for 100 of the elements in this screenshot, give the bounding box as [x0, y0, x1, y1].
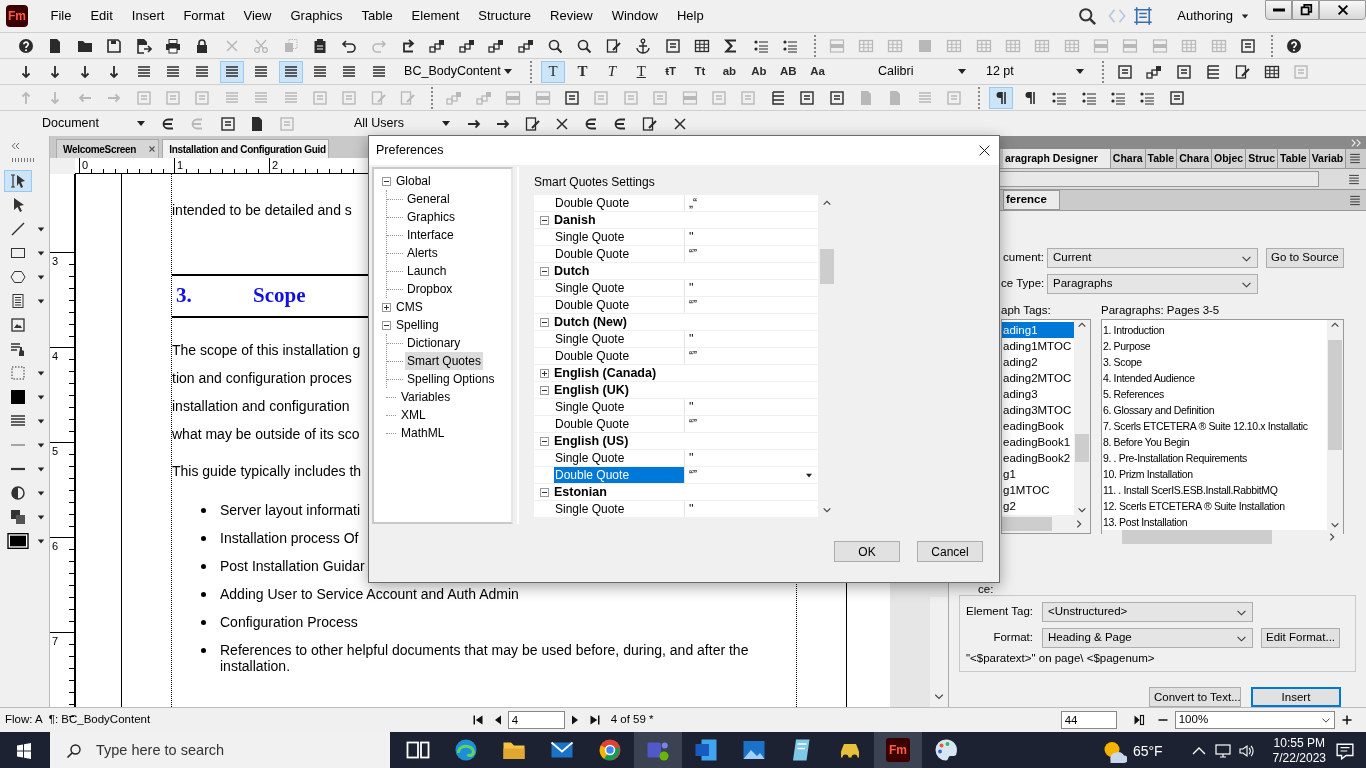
property-value[interactable]: '' [684, 331, 818, 347]
property-value[interactable]: “” [684, 297, 818, 313]
text-style-button[interactable]: Aa [805, 60, 830, 83]
list-item[interactable]: 4. Intended Audience [1102, 370, 1327, 386]
property-name[interactable]: Single Quote [554, 331, 684, 347]
menu-item[interactable]: Format [173, 6, 235, 26]
text-style-button[interactable]: T [629, 60, 654, 83]
workspace-dropdown[interactable]: Authoring [1177, 6, 1249, 26]
text-style-button[interactable]: Ab [746, 60, 771, 83]
list-item[interactable]: 2. Purpose [1102, 338, 1327, 354]
menu-item[interactable]: Review [540, 6, 603, 26]
property-value[interactable]: '' [684, 501, 818, 517]
panel-tab[interactable]: Table [1278, 149, 1310, 168]
menu-item[interactable]: Graphics [281, 6, 353, 26]
property-value[interactable]: '' [684, 399, 818, 415]
menu-item[interactable]: File [41, 6, 81, 26]
dropdown[interactable]: Document [34, 112, 149, 135]
tree-item[interactable]: Dictionary [405, 334, 463, 352]
taskbar-app[interactable]: Fm [874, 732, 922, 768]
page-field[interactable]: 4 [507, 711, 565, 729]
panel-tab[interactable]: Chara [1110, 149, 1146, 168]
property-name[interactable]: Single Quote [554, 280, 684, 296]
list-item[interactable]: ading3MTOC [1002, 402, 1074, 418]
tree-item[interactable]: Launch [405, 262, 449, 280]
property-name[interactable]: Double Quote [554, 467, 684, 483]
format-select[interactable]: Heading & Page [1042, 628, 1253, 648]
text-style-button[interactable]: T [599, 60, 624, 83]
list-item[interactable]: g1MTOC [1002, 482, 1074, 498]
list-item[interactable]: ading2 [1002, 354, 1074, 370]
list-item[interactable]: 9. . Pre-Installation Requirements [1102, 450, 1327, 466]
tree-item[interactable]: Global [394, 172, 433, 190]
property-value[interactable]: “” [684, 348, 818, 364]
menu-item[interactable]: Help [667, 6, 714, 26]
list-item[interactable]: 5. References [1102, 386, 1327, 402]
tree-item[interactable]: Dropbox [405, 280, 455, 298]
panel-tab[interactable]: aragraph Designer [1003, 149, 1111, 168]
menu-item[interactable]: Window [602, 6, 668, 26]
menu-item[interactable]: Element [402, 6, 469, 26]
panel-tab[interactable]: Struc [1246, 149, 1278, 168]
document-select[interactable]: Current [1047, 248, 1258, 268]
list-item[interactable]: 13. Post Installation [1102, 514, 1327, 530]
property-name[interactable]: Single Quote [554, 229, 684, 245]
tree-item[interactable]: General [405, 190, 452, 208]
source-type-select[interactable]: Paragraphs [1047, 274, 1258, 294]
tree-item[interactable]: Alerts [405, 244, 440, 262]
tree-item[interactable]: Variables [399, 388, 453, 406]
property-name[interactable]: Single Quote [554, 399, 684, 415]
dialog-button[interactable]: Cancel [917, 541, 983, 562]
panel-tab[interactable]: ference [1003, 190, 1060, 210]
tree-item[interactable]: Graphics [405, 208, 458, 226]
menu-item[interactable]: Insert [122, 6, 174, 26]
property-name[interactable]: Double Quote [554, 348, 684, 364]
text-style-button[interactable]: Tt [688, 60, 713, 83]
list-item[interactable]: eadingBook2 [1002, 450, 1074, 466]
dialog-button[interactable]: OK [834, 541, 900, 562]
dropdown[interactable]: All Users [345, 112, 454, 135]
property-value[interactable]: “” [684, 416, 818, 432]
edit-format-button[interactable]: Edit Format... [1261, 628, 1341, 648]
dropdown[interactable]: BC_BodyContent [396, 60, 517, 83]
list-item[interactable]: g2 [1002, 498, 1074, 514]
panel-tab[interactable]: Variab [1309, 149, 1347, 168]
zoom-select[interactable]: 100% [1174, 711, 1335, 729]
list-item[interactable]: 6. Glossary and Definition [1102, 402, 1327, 418]
tree-item[interactable]: CMS [394, 298, 425, 316]
text-style-button[interactable]: AB [776, 60, 801, 83]
property-value[interactable]: '' [684, 450, 818, 466]
property-name[interactable]: Double Quote [554, 297, 684, 313]
dropdown[interactable]: 12 pt [978, 60, 1088, 83]
panel-tab[interactable]: Table [1145, 149, 1178, 168]
tree-item[interactable]: Interface [405, 226, 456, 244]
list-item[interactable]: 1. Introduction [1102, 322, 1327, 338]
go-to-source-button[interactable]: Go to Source [1266, 248, 1344, 268]
text-style-button[interactable]: ŧT [658, 60, 683, 83]
list-item[interactable]: 10. Prizm Installation [1102, 466, 1327, 482]
list-item[interactable]: ading2MTOC [1002, 370, 1074, 386]
list-item[interactable]: 8. Before You Begin [1102, 434, 1327, 450]
text-style-button[interactable]: ab [717, 60, 742, 83]
element-tag-select[interactable]: <Unstructured> [1042, 602, 1253, 622]
list-item[interactable]: ading1 [1002, 322, 1074, 338]
tree-item[interactable]: Spelling Options [405, 370, 497, 388]
list-item[interactable]: eadingBook1 [1002, 434, 1074, 450]
property-name[interactable]: Single Quote [554, 501, 684, 517]
list-item[interactable]: 11. . Install ScerIS.ESB.Install.RabbitMQ [1102, 482, 1327, 498]
property-value[interactable]: '' [684, 229, 818, 245]
list-item[interactable]: g1 [1002, 466, 1074, 482]
list-item[interactable]: 12. Scerls ETCETERA ® Suite Installation [1102, 498, 1327, 514]
tree-item[interactable]: Smart Quotes [405, 352, 484, 370]
panel-tab[interactable]: Objec [1212, 149, 1247, 168]
clock-date[interactable]: 7/22/2023 [1272, 751, 1326, 766]
property-name[interactable]: Double Quote [554, 246, 684, 262]
list-item[interactable]: ading1MTOC [1002, 338, 1074, 354]
list-item[interactable]: 7. Scerls ETCETERA ® Suite 12.10.x Installatic [1102, 418, 1327, 434]
list-item[interactable]: eadingBook [1002, 418, 1074, 434]
convert-to-text-button[interactable]: Convert to Text... [1149, 687, 1241, 708]
property-value[interactable]: “” [684, 467, 818, 483]
property-name[interactable]: Single Quote [554, 450, 684, 466]
document-tab[interactable]: WelcomeScreen [56, 139, 160, 158]
menu-item[interactable]: Table [352, 6, 403, 26]
text-style-button[interactable]: T [541, 60, 566, 83]
search-field[interactable]: Type here to search [50, 732, 390, 768]
